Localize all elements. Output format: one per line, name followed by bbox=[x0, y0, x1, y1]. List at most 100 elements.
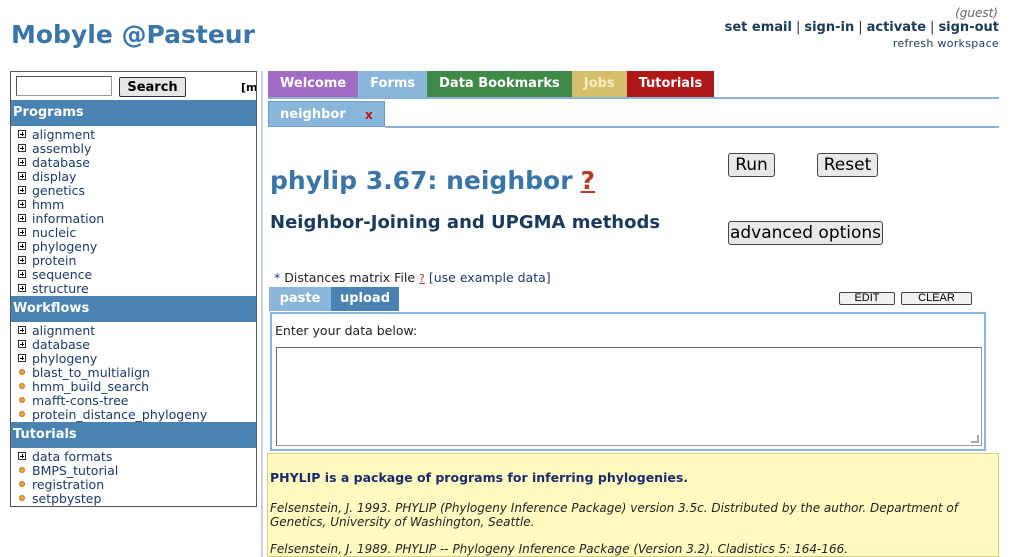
expand-icon[interactable] bbox=[18, 256, 26, 264]
info-heading: PHYLIP is a package of programs for infe… bbox=[270, 470, 689, 485]
program-folder[interactable]: genetics bbox=[18, 183, 256, 197]
upload-tab[interactable]: upload bbox=[331, 287, 399, 311]
use-example-data-link[interactable]: [use example data] bbox=[429, 270, 551, 285]
separator: | bbox=[930, 20, 935, 35]
separator: | bbox=[795, 20, 801, 35]
bullet-icon bbox=[19, 481, 25, 487]
activate-link[interactable]: activate bbox=[867, 20, 926, 35]
reset-button[interactable]: Reset bbox=[817, 153, 878, 177]
bullet-icon bbox=[19, 383, 25, 389]
main-tabs: Welcome Forms Data Bookmarks Jobs Tutori… bbox=[268, 71, 715, 97]
tab-jobs[interactable]: Jobs bbox=[571, 71, 627, 97]
resize-grip-icon[interactable] bbox=[971, 435, 979, 443]
form-tab-neighbor[interactable]: neighbor x bbox=[268, 101, 385, 127]
expand-icon[interactable] bbox=[18, 242, 26, 250]
program-folder[interactable]: structure bbox=[18, 281, 256, 295]
expand-icon[interactable] bbox=[18, 270, 26, 278]
tab-forms[interactable]: Forms bbox=[358, 71, 428, 97]
tutorial-item[interactable]: setpbystep bbox=[18, 491, 256, 505]
separator: | bbox=[858, 20, 863, 35]
advanced-options-button[interactable]: advanced options bbox=[728, 221, 883, 245]
form-tab-label: neighbor bbox=[280, 107, 346, 122]
reference-item: Felsenstein, J. 1989. PHYLIP -- Phylogen… bbox=[270, 542, 849, 556]
workflow-item[interactable]: hmm_build_search bbox=[18, 379, 256, 393]
brand-title: Mobyle @Pasteur bbox=[11, 20, 255, 49]
account-links: set email | sign-in | activate | sign-out bbox=[725, 20, 999, 35]
tutorial-item[interactable]: registration bbox=[18, 477, 256, 491]
bullet-icon bbox=[19, 495, 25, 501]
page-subtitle: Neighbor-Joining and UPGMA methods bbox=[270, 212, 661, 233]
program-folder[interactable]: display bbox=[18, 169, 256, 183]
edit-button[interactable]: EDIT bbox=[839, 292, 895, 305]
guest-label: (guest) bbox=[955, 6, 998, 20]
enter-data-label: Enter your data below: bbox=[275, 323, 418, 338]
expand-icon[interactable] bbox=[18, 172, 26, 180]
tutorial-folder[interactable]: data formats bbox=[18, 449, 256, 463]
workflow-item[interactable]: mafft-cons-tree bbox=[18, 393, 256, 407]
program-folder[interactable]: nucleic bbox=[18, 225, 256, 239]
sign-in-link[interactable]: sign-in bbox=[804, 20, 854, 35]
clear-button[interactable]: CLEAR bbox=[901, 292, 972, 305]
expand-icon[interactable] bbox=[18, 130, 26, 138]
expand-icon[interactable] bbox=[18, 200, 26, 208]
set-email-link[interactable]: set email bbox=[725, 20, 792, 35]
sign-out-link[interactable]: sign-out bbox=[938, 20, 999, 35]
tab-underline bbox=[268, 97, 999, 99]
workflow-item[interactable]: blast_to_multialign bbox=[18, 365, 256, 379]
program-info: PHYLIP is a package of programs for infe… bbox=[267, 453, 999, 557]
programs-header[interactable]: Programs bbox=[11, 100, 256, 126]
data-textarea[interactable] bbox=[276, 347, 982, 446]
run-button[interactable]: Run bbox=[728, 153, 775, 177]
refresh-workspace-link[interactable]: refresh workspace bbox=[893, 37, 999, 50]
search-row: Search [m bbox=[11, 72, 256, 100]
workflow-folder[interactable]: alignment bbox=[18, 323, 256, 337]
workflows-list: alignment database phylogeny blast_to_mu… bbox=[11, 322, 256, 422]
expand-icon[interactable] bbox=[18, 214, 26, 222]
param-help-link[interactable]: ? bbox=[419, 272, 425, 285]
search-button[interactable]: Search bbox=[119, 77, 186, 97]
program-folder[interactable]: protein bbox=[18, 253, 256, 267]
left-panel: Search [m Programs alignment assembly da… bbox=[10, 71, 257, 507]
workflows-header[interactable]: Workflows bbox=[11, 296, 256, 322]
program-folder[interactable]: information bbox=[18, 211, 256, 225]
expand-icon[interactable] bbox=[18, 340, 26, 348]
expand-icon[interactable] bbox=[18, 144, 26, 152]
tutorials-header[interactable]: Tutorials bbox=[11, 422, 256, 448]
bullet-icon bbox=[19, 467, 25, 473]
program-folder[interactable]: assembly bbox=[18, 141, 256, 155]
tab-welcome[interactable]: Welcome bbox=[268, 71, 359, 97]
bullet-icon bbox=[19, 369, 25, 375]
tutorials-list: data formats BMPS_tutorial registration … bbox=[11, 448, 256, 506]
program-folder[interactable]: alignment bbox=[18, 127, 256, 141]
tab-tutorials[interactable]: Tutorials bbox=[626, 71, 715, 97]
panel-divider bbox=[261, 71, 263, 557]
distances-matrix-label: * Distances matrix File? [use example dat… bbox=[274, 270, 551, 285]
programs-list: alignment assembly database display gene… bbox=[11, 126, 256, 296]
expand-icon[interactable] bbox=[18, 284, 26, 292]
bullet-icon bbox=[19, 397, 25, 403]
help-link[interactable]: ? bbox=[581, 166, 596, 195]
paste-tab[interactable]: paste bbox=[269, 287, 331, 311]
program-folder[interactable]: database bbox=[18, 155, 256, 169]
subtab-underline bbox=[385, 126, 999, 128]
search-input[interactable] bbox=[16, 76, 112, 96]
tutorial-item[interactable]: BMPS_tutorial bbox=[18, 463, 256, 477]
program-folder[interactable]: sequence bbox=[18, 267, 256, 281]
bullet-icon bbox=[19, 411, 25, 417]
program-folder[interactable]: phylogeny bbox=[18, 239, 256, 253]
expand-icon[interactable] bbox=[18, 186, 26, 194]
reference-item: Felsenstein, J. 1993. PHYLIP (Phylogeny … bbox=[270, 501, 958, 529]
workflow-folder[interactable]: phylogeny bbox=[18, 351, 256, 365]
tab-data-bookmarks[interactable]: Data Bookmarks bbox=[427, 71, 572, 97]
paste-panel: Enter your data below: bbox=[270, 312, 986, 451]
expand-icon[interactable] bbox=[18, 158, 26, 166]
expand-icon[interactable] bbox=[18, 354, 26, 362]
more-link[interactable]: [m bbox=[241, 81, 256, 94]
workflow-folder[interactable]: database bbox=[18, 337, 256, 351]
expand-icon[interactable] bbox=[18, 452, 26, 460]
workflow-item[interactable]: protein_distance_phylogeny bbox=[18, 407, 256, 421]
expand-icon[interactable] bbox=[18, 228, 26, 236]
expand-icon[interactable] bbox=[18, 326, 26, 334]
close-icon[interactable]: x bbox=[365, 108, 373, 122]
program-folder[interactable]: hmm bbox=[18, 197, 256, 211]
